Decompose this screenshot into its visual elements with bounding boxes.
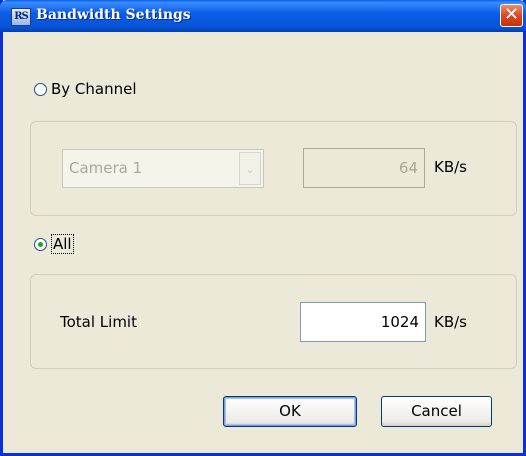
all-label: All	[51, 234, 74, 254]
cancel-button[interactable]: Cancel	[381, 396, 492, 427]
by-channel-radio-circle[interactable]	[34, 82, 47, 96]
ok-button[interactable]: OK	[223, 396, 357, 427]
total-limit-unit: KB/s	[434, 313, 467, 331]
channel-limit-unit: KB/s	[434, 158, 467, 176]
total-limit-field[interactable]: 1024	[300, 302, 426, 342]
all-radio-circle[interactable]	[34, 237, 47, 251]
close-button[interactable]: ✕	[500, 4, 523, 27]
title-bar[interactable]: RS Bandwidth Settings ✕	[0, 0, 526, 32]
channel-limit-field[interactable]: 64	[303, 148, 425, 188]
app-logo-icon: RS	[11, 8, 31, 26]
camera-select-value: Camera 1	[69, 159, 143, 177]
camera-select[interactable]: Camera 1 ⌄	[62, 149, 264, 188]
total-limit-label: Total Limit	[60, 313, 137, 331]
window-title: Bandwidth Settings	[36, 7, 191, 23]
all-radio[interactable]: All	[34, 234, 74, 254]
by-channel-radio[interactable]: By Channel	[34, 80, 137, 98]
chevron-down-icon[interactable]: ⌄	[239, 152, 261, 185]
by-channel-label: By Channel	[51, 80, 137, 98]
bandwidth-settings-dialog: RS Bandwidth Settings ✕ By Channel Camer…	[0, 0, 526, 456]
